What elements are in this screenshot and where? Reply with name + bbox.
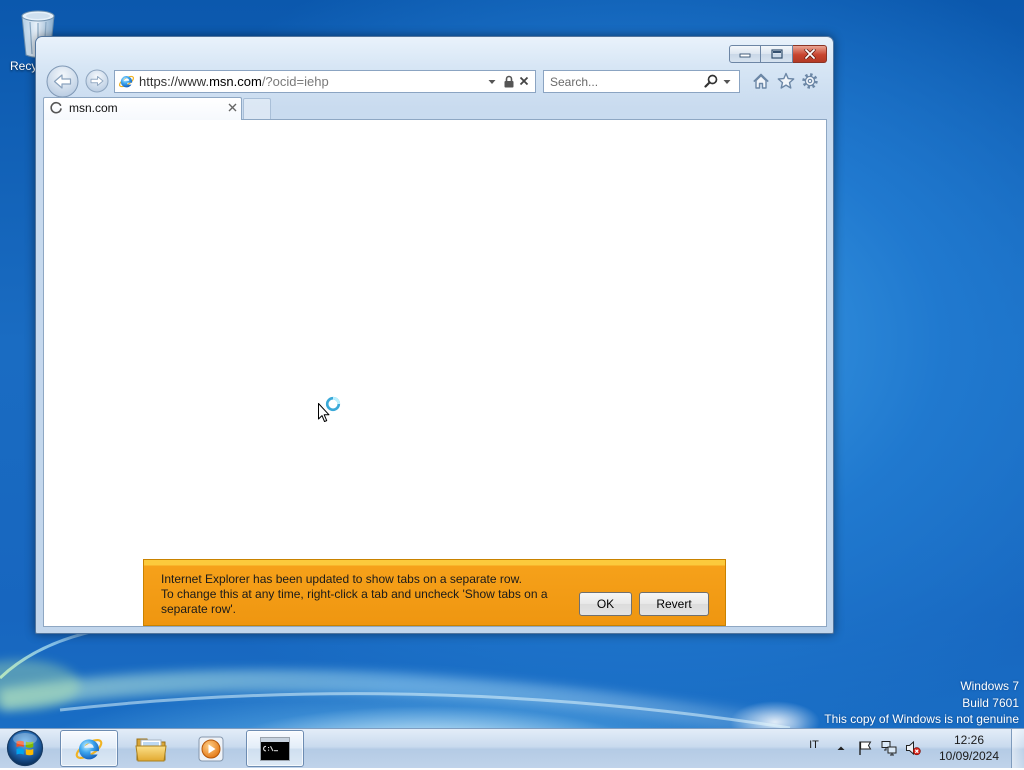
show-hidden-icons-icon[interactable] [835, 742, 847, 754]
lock-icon[interactable] [503, 75, 515, 88]
stop-icon[interactable] [519, 76, 529, 86]
tools-gear-icon[interactable] [801, 72, 819, 90]
watermark-genuine-notice: This copy of Windows is not genuine [824, 712, 1019, 726]
internet-explorer-window: https://www.msn.com/?ocid=iehp msn.com [35, 36, 834, 634]
minimize-button[interactable] [729, 45, 761, 63]
taskbar: IT 12:26 10/09/2024 [0, 728, 1024, 768]
search-icon[interactable] [704, 74, 718, 88]
search-input[interactable] [550, 71, 700, 92]
notification-message-line-3: separate row'. [161, 602, 236, 616]
taskbar-windows-media-player[interactable] [182, 730, 240, 767]
home-icon[interactable] [752, 72, 770, 90]
address-bar[interactable]: https://www.msn.com/?ocid=iehp [114, 70, 536, 93]
maximize-icon [770, 49, 783, 59]
mouse-pointer-icon [318, 403, 330, 422]
back-arrow-icon [46, 65, 79, 98]
start-button[interactable] [5, 729, 45, 767]
favorites-star-icon[interactable] [777, 72, 795, 90]
new-tab-button[interactable] [243, 98, 271, 119]
url-path: /?ocid=iehp [261, 74, 329, 89]
forward-button[interactable] [85, 69, 109, 93]
search-box[interactable] [543, 70, 740, 93]
tab-close-icon[interactable] [228, 103, 237, 112]
minimize-icon [739, 53, 751, 58]
command-prompt-icon [260, 736, 290, 761]
watermark-os-name: Windows 7 [960, 679, 1019, 693]
dropdown-arrow-icon[interactable] [488, 78, 496, 86]
forward-arrow-icon [85, 69, 109, 93]
loading-spinner-icon [50, 101, 62, 114]
watermark-build: Build 7601 [962, 696, 1019, 710]
address-url[interactable]: https://www.msn.com/?ocid=iehp [139, 71, 329, 92]
windows-start-orb-icon [6, 729, 44, 767]
show-desktop-button[interactable] [1011, 729, 1024, 768]
clock-date[interactable]: 10/09/2024 [934, 749, 1004, 763]
action-center-flag-icon[interactable] [857, 740, 873, 756]
ok-button[interactable]: OK [579, 592, 632, 616]
revert-button[interactable]: Revert [639, 592, 709, 616]
taskbar-windows-explorer[interactable] [122, 730, 180, 767]
internet-explorer-icon [74, 734, 104, 764]
page-content[interactable]: Internet Explorer has been updated to sh… [43, 119, 827, 627]
url-domain: msn.com [209, 74, 262, 89]
taskbar-internet-explorer[interactable] [60, 730, 118, 767]
windows-explorer-folder-icon [135, 738, 167, 761]
network-icon[interactable] [881, 740, 897, 756]
volume-muted-icon[interactable] [905, 740, 921, 756]
internet-explorer-icon [118, 73, 135, 90]
dropdown-arrow-icon[interactable] [723, 78, 731, 86]
close-icon [803, 49, 816, 59]
close-button[interactable] [793, 45, 827, 63]
windows-media-player-icon [198, 736, 224, 761]
notification-message-line-2: To change this at any time, right-click … [161, 587, 548, 601]
back-button[interactable] [46, 65, 79, 98]
notification-message-line-1: Internet Explorer has been updated to sh… [161, 572, 522, 586]
taskbar-command-prompt[interactable] [246, 730, 304, 767]
maximize-button[interactable] [761, 45, 793, 63]
clock-time[interactable]: 12:26 [934, 733, 1004, 747]
url-prefix: https://www. [139, 74, 210, 89]
recycle-bin-label[interactable]: Recy [10, 59, 37, 73]
input-language-indicator[interactable]: IT [806, 738, 822, 752]
tab-msn[interactable]: msn.com [43, 97, 242, 120]
tab-title: msn.com [69, 101, 118, 115]
notification-bar: Internet Explorer has been updated to sh… [143, 559, 726, 626]
